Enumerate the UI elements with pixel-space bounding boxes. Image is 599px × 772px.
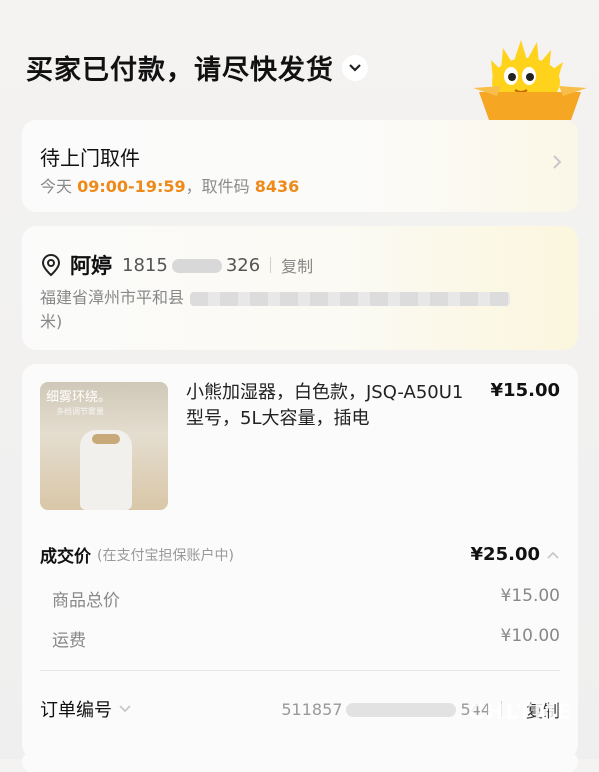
product-price: ¥15.00	[490, 380, 560, 401]
watermark: CHLTME	[468, 700, 573, 724]
pickup-time-line: 今天 09:00-19:59，取件码 8436	[40, 173, 299, 197]
order-number: 511857 544	[281, 700, 491, 719]
subtotal-value: ¥15.00	[500, 586, 560, 606]
phone-mask	[171, 258, 222, 273]
subtotal-label: 商品总价	[52, 591, 120, 611]
order-number-mask	[346, 703, 457, 717]
phone-prefix: 1815	[122, 254, 168, 276]
pickup-code-label: ，取件码	[185, 177, 250, 196]
address-card: 阿婷 1815 326 复制 福建省漳州市平和县 米)	[22, 226, 578, 350]
next-card-edge	[22, 752, 578, 772]
shipping-row: 运费 ¥10.00	[52, 626, 560, 651]
address-line-1: 福建省漳州市平和县	[40, 284, 511, 308]
chevron-right-icon	[553, 155, 562, 169]
address-mask	[190, 291, 511, 306]
pickup-status-title: 待上门取件	[40, 146, 140, 170]
product-image-subtag: 多档调节雾量	[56, 407, 104, 416]
recipient-phone: 1815 326	[122, 255, 260, 276]
copy-address-button[interactable]: 复制	[281, 253, 313, 277]
divider	[270, 257, 272, 273]
location-pin-icon	[41, 253, 61, 277]
chevron-down-icon[interactable]	[118, 704, 132, 714]
pickup-time: 09:00-19:59	[77, 177, 186, 196]
product-name[interactable]: 小熊加湿器，白色款，JSQ-A50U1型号，5L大容量，插电	[186, 380, 476, 432]
section-divider	[40, 670, 560, 671]
product-image[interactable]: 细雾环绕。 多档调节雾量	[40, 382, 168, 510]
product-image-tag: 细雾环绕。	[46, 390, 112, 405]
page-title: 买家已付款，请尽快发货	[26, 55, 334, 86]
pickup-card[interactable]: 待上门取件 今天 09:00-19:59，取件码 8436	[22, 120, 578, 212]
order-number-prefix: 511857	[281, 699, 343, 719]
recipient-row: 阿婷 1815 326 复制	[40, 250, 313, 280]
shipping-label: 运费	[52, 631, 86, 651]
address-line-2: 米)	[40, 312, 63, 331]
deal-price-value: ¥25.00	[470, 544, 540, 565]
pickup-day: 今天	[40, 177, 73, 196]
pickup-code: 8436	[254, 177, 300, 196]
chevron-up-icon	[547, 551, 559, 559]
deal-price-row[interactable]: 成交价 (在支付宝担保账户中) ¥25.00	[40, 542, 560, 567]
subtotal-row: 商品总价 ¥15.00	[52, 586, 560, 611]
recipient-name: 阿婷	[70, 254, 112, 278]
address-text: 福建省漳州市平和县	[40, 288, 185, 307]
phone-suffix: 326	[225, 254, 261, 276]
title-dropdown-button[interactable]	[342, 54, 368, 81]
humidifier-top-graphic	[92, 434, 120, 444]
mascot-icon	[473, 40, 587, 120]
shipping-value: ¥10.00	[500, 626, 560, 646]
page-header: 买家已付款，请尽快发货	[26, 48, 368, 87]
deal-price-label: 成交价	[40, 547, 91, 567]
chevron-down-icon	[349, 63, 361, 72]
order-number-label[interactable]: 订单编号	[40, 696, 112, 722]
deal-price-note: (在支付宝担保账户中)	[97, 547, 234, 564]
